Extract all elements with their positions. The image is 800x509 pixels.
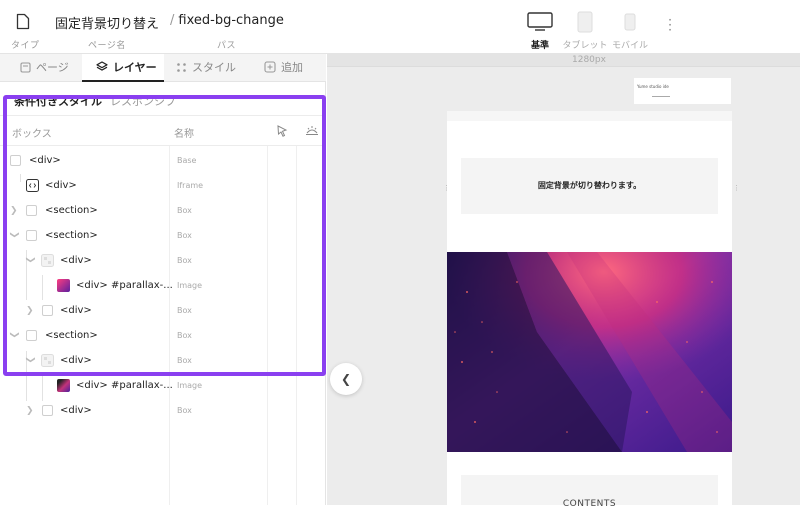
layer-tag: <div> #parallax-... [76, 380, 173, 391]
path-label: パス [217, 41, 237, 51]
preview-page: 固定背景が切り替わります。 CONTENTS [447, 121, 732, 509]
layer-row[interactable]: ❯ <div> Box [4, 399, 322, 424]
panel-tabs: ページ レイヤー スタイル 追加 [0, 54, 326, 82]
tab-page[interactable]: ページ [0, 54, 82, 82]
desktop-icon [527, 12, 553, 31]
layer-type: Image [177, 381, 203, 390]
layer-tag: <div> [60, 405, 92, 416]
preview-canvas: 1280px Yume studio ide ⋮ ⋮ 固定背景が切り替わります。 [327, 54, 800, 509]
add-icon [264, 61, 276, 73]
document-icon [16, 13, 30, 30]
banner-box: 固定背景が切り替わります。 [461, 158, 718, 214]
chevron-left-icon: ❮ [340, 372, 352, 386]
resize-handle-left[interactable]: ⋮ [443, 184, 450, 192]
layer-tree-highlight [3, 95, 326, 376]
tab-style-label: スタイル [192, 61, 236, 74]
type-label: タイプ [11, 41, 40, 51]
page-name-label: ページ名 [88, 41, 126, 51]
top-bar: タイプ 固定背景切り替え ページ名 / fixed-bg-change パス 基準… [0, 0, 800, 54]
style-icon [177, 63, 186, 72]
path-value: fixed-bg-change [178, 13, 284, 28]
tab-layers-label: レイヤー [113, 61, 157, 74]
tab-style[interactable]: スタイル [164, 54, 254, 82]
tablet-icon [577, 11, 593, 33]
mini-preview-text: Yume studio ide [637, 84, 669, 89]
resize-handle-right[interactable]: ⋮ [733, 184, 740, 192]
mobile-icon [624, 13, 636, 31]
layer-row[interactable]: <div> #parallax-... Image [4, 374, 322, 399]
canvas-width-label: 1280px [572, 55, 606, 65]
mini-preview: Yume studio ide [634, 78, 731, 104]
image-thumbnail-icon [57, 379, 70, 392]
collapse-panel-button[interactable]: ❮ [330, 363, 362, 395]
expand-icon[interactable]: ❯ [26, 406, 36, 416]
tab-add[interactable]: 追加 [254, 54, 326, 82]
more-options-icon[interactable]: · · · [664, 14, 676, 36]
page-name[interactable]: 固定背景切り替え [55, 13, 159, 32]
device-mobile-label: モバイル [611, 41, 648, 51]
page-icon [20, 62, 31, 73]
layer-checkbox[interactable] [42, 405, 53, 416]
mini-preview-line [652, 96, 670, 97]
device-mobile-button[interactable]: モバイル [600, 10, 660, 52]
parallax-image-graphic [447, 252, 732, 452]
page-address-bar [447, 111, 732, 121]
page-path[interactable]: / fixed-bg-change [170, 13, 284, 28]
tab-layers[interactable]: レイヤー [82, 54, 164, 82]
contents-box: CONTENTS [461, 475, 718, 509]
layer-type: Box [177, 406, 192, 415]
parallax-image [447, 252, 732, 452]
path-slash: / [170, 13, 175, 28]
width-ruler: 1280px [327, 54, 800, 67]
tab-page-label: ページ [36, 61, 69, 74]
tab-add-label: 追加 [281, 61, 303, 74]
layers-icon [96, 61, 108, 71]
